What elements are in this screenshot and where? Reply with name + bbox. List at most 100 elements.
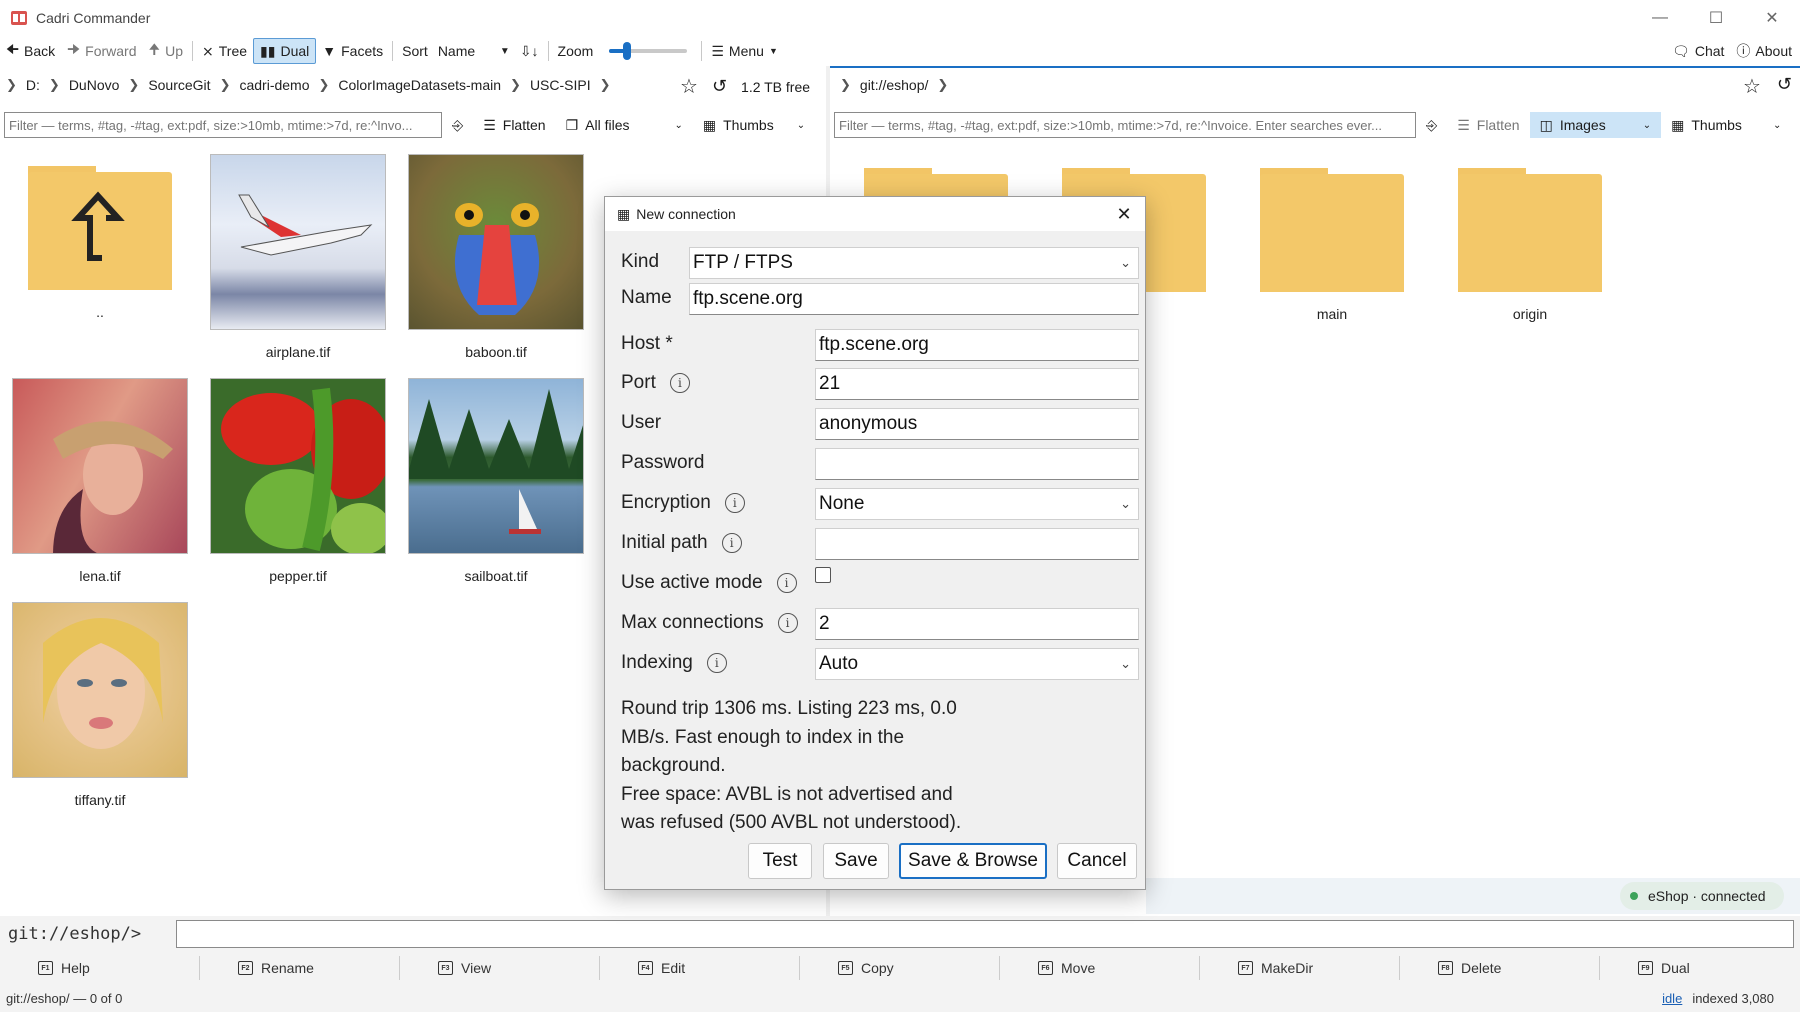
star-icon[interactable]: ☆ (1743, 74, 1761, 99)
kind-select[interactable]: FTP / FTPS ⌄ (689, 247, 1139, 279)
active-mode-checkbox[interactable] (815, 567, 831, 583)
fkey-help-button[interactable]: F1 Help (0, 956, 200, 980)
connection-status-badge[interactable]: eShop · connected (1620, 882, 1784, 910)
image-thumbnail (12, 378, 188, 554)
about-button[interactable]: ⓘ About (1730, 38, 1798, 64)
left-files-mode-select[interactable]: ❐ All files ⌄ (556, 112, 693, 138)
minimize-button[interactable]: — (1632, 0, 1688, 36)
zoom-slider[interactable] (609, 42, 688, 60)
arrow-left-icon: 🠈 (6, 41, 20, 57)
save-and-browse-button[interactable]: Save & Browse (899, 843, 1047, 879)
forward-button[interactable]: 🠊 Forward (61, 38, 142, 64)
right-filter-input[interactable] (834, 112, 1416, 138)
chat-button[interactable]: 🗨 Chat (1666, 38, 1730, 64)
parent-folder-item[interactable]: .. (10, 154, 190, 320)
fkey-dual-button[interactable]: F9 Dual (1600, 956, 1800, 980)
file-item-tiffany[interactable]: tiffany.tif (10, 602, 190, 808)
folder-up-icon (26, 154, 174, 290)
info-icon[interactable]: i (706, 653, 727, 673)
keyboard-key-icon: F8 (1438, 961, 1453, 975)
sort-select[interactable]: Name ▼ (434, 39, 514, 63)
breadcrumb-item[interactable]: cadri-demo (239, 77, 309, 93)
info-icon[interactable]: i (724, 493, 745, 513)
test-button[interactable]: Test (748, 843, 812, 879)
history-icon[interactable]: ↺ (712, 76, 727, 97)
info-icon[interactable]: i (777, 613, 798, 633)
right-view-mode-select[interactable]: ▦ Thumbs ⌄ (1661, 112, 1791, 138)
idle-link[interactable]: idle (1662, 991, 1682, 1006)
right-files-mode-select[interactable]: ◫ Images ⌄ (1529, 112, 1662, 138)
user-input[interactable]: anonymous (815, 408, 1139, 440)
close-window-button[interactable]: ✕ (1744, 0, 1800, 36)
up-button[interactable]: 🠉 Up (143, 38, 190, 64)
left-breadcrumb: ❯ D: ❯ DuNovo ❯ SourceGit ❯ cadri-demo ❯ Col… (6, 74, 620, 96)
keyboard-key-icon: F5 (838, 961, 853, 975)
dialog-title-bar: ▦ New connection (605, 197, 1145, 231)
left-view-mode-select[interactable]: ▦ Thumbs ⌄ (693, 112, 815, 138)
fkey-view-button[interactable]: F3 View (400, 956, 600, 980)
folder-item-origin[interactable]: origin (1440, 156, 1620, 322)
bookmark-button[interactable]: ⎆ (1416, 112, 1447, 138)
star-icon[interactable]: ☆ (680, 74, 698, 99)
breadcrumb-item[interactable]: D: (26, 77, 40, 93)
fkey-rename-button[interactable]: F2 Rename (200, 956, 400, 980)
port-input[interactable]: 21 (815, 368, 1139, 400)
file-item-sailboat[interactable]: sailboat.tif (406, 378, 586, 584)
command-input[interactable] (176, 920, 1794, 948)
breadcrumb-item[interactable]: git://eshop/ (860, 77, 929, 93)
breadcrumb-item[interactable]: USC-SIPI (530, 77, 591, 93)
dialog-close-button[interactable]: ✕ (1111, 201, 1137, 227)
indexing-select[interactable]: Auto ⌄ (815, 648, 1139, 680)
file-item-lena[interactable]: lena.tif (10, 378, 190, 584)
info-icon[interactable]: i (776, 573, 797, 593)
info-icon[interactable]: i (721, 533, 742, 553)
title-bar: Cadri Commander — ☐ ✕ (0, 0, 1800, 36)
initial-path-input[interactable] (815, 528, 1139, 560)
keyboard-key-icon: F1 (38, 961, 53, 975)
file-item-pepper[interactable]: pepper.tif (208, 378, 388, 584)
cancel-button[interactable]: Cancel (1057, 843, 1137, 879)
left-filter-input[interactable] (4, 112, 442, 138)
keyboard-key-icon: F9 (1638, 961, 1653, 975)
dual-button[interactable]: ▮▮ Dual (253, 38, 317, 64)
menu-button[interactable]: ☰ Menu ▼ (705, 38, 784, 64)
breadcrumb-item[interactable]: ColorImageDatasets-main (338, 77, 501, 93)
item-name: lena.tif (79, 568, 121, 584)
fkey-move-button[interactable]: F6 Move (1000, 956, 1200, 980)
free-space-result-text: Free space: AVBL is not advertised and w… (621, 783, 962, 834)
max-connections-input[interactable]: 2 (815, 608, 1139, 640)
free-space-label: 1.2 TB free (741, 78, 811, 95)
right-flatten-button[interactable]: ☰ Flatten (1447, 112, 1529, 138)
facets-button[interactable]: ▼ Facets (316, 38, 389, 64)
zoom-slider-thumb[interactable] (622, 42, 631, 60)
save-button[interactable]: Save (823, 843, 889, 879)
history-icon[interactable]: ↺ (1777, 74, 1792, 99)
fkey-makedir-button[interactable]: F7 MakeDir (1200, 956, 1400, 980)
close-icon: ✕ (1116, 203, 1132, 224)
fkey-copy-button[interactable]: F5 Copy (800, 956, 1000, 980)
host-input[interactable]: ftp.scene.org (815, 329, 1139, 361)
bookmark-button[interactable]: ⎆ (442, 112, 473, 138)
sort-direction-button[interactable]: ⇩↓ (514, 38, 545, 64)
password-input[interactable] (815, 448, 1139, 480)
name-input[interactable]: ftp.scene.org (689, 283, 1139, 315)
tree-button[interactable]: ⨯ Tree (196, 38, 253, 64)
encryption-select[interactable]: None ⌄ (815, 488, 1139, 520)
left-flatten-button[interactable]: ☰ Flatten (473, 112, 555, 138)
maximize-button[interactable]: ☐ (1688, 0, 1744, 36)
file-item-baboon[interactable]: baboon.tif (406, 154, 586, 360)
right-pane-actions: ☆ ↺ (1743, 74, 1792, 99)
folder-item-main[interactable]: main (1242, 156, 1422, 322)
chevron-down-icon: ⌄ (1120, 496, 1131, 511)
status-text: git://eshop/ — 0 of 0 (6, 991, 123, 1006)
back-button[interactable]: 🠈 Back (0, 38, 61, 64)
info-icon[interactable]: i (669, 373, 690, 393)
file-item-airplane[interactable]: airplane.tif (208, 154, 388, 360)
status-bar: git://eshop/ — 0 of 0 idle indexed 3,080 (0, 984, 1800, 1012)
breadcrumb-item[interactable]: SourceGit (148, 77, 210, 93)
fkey-delete-button[interactable]: F8 Delete (1400, 956, 1600, 980)
arrow-right-icon: 🠊 (67, 41, 81, 57)
toolbar-separator (547, 41, 549, 61)
breadcrumb-item[interactable]: DuNovo (69, 77, 120, 93)
fkey-edit-button[interactable]: F4 Edit (600, 956, 800, 980)
